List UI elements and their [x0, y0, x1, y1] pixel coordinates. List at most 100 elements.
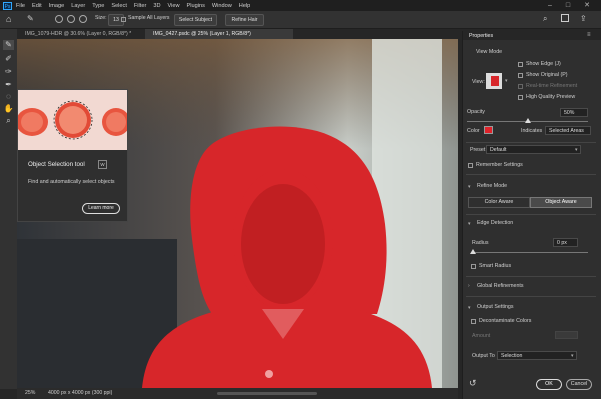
preset-dropdown-arrow-icon: ▾	[575, 147, 578, 153]
add-to-selection-icon[interactable]	[67, 15, 75, 23]
view-label: View:	[472, 79, 485, 85]
indicates-label: Indicates	[521, 128, 543, 134]
decontaminate-colors-checkbox[interactable]	[471, 319, 476, 324]
menu-window[interactable]: Window	[212, 3, 232, 9]
select-subject-button[interactable]: Select Subject	[174, 14, 217, 26]
minimize-icon[interactable]: –	[543, 0, 557, 11]
output-settings-chevron-icon[interactable]: ▾	[468, 305, 471, 311]
refine-edge-brush-icon[interactable]: ✑	[3, 67, 14, 77]
brush-tool-icon[interactable]: ✒	[3, 80, 14, 90]
preset-dropdown[interactable]: Default	[486, 145, 581, 154]
tooltip-title: Object Selection tool	[28, 161, 85, 168]
decontaminate-colors-label: Decontaminate Colors	[479, 318, 532, 324]
menu-filter[interactable]: Filter	[134, 3, 146, 9]
realtime-refinement-label: Real-time Refinement	[526, 83, 578, 89]
zoom-level[interactable]: 25%	[25, 390, 35, 396]
refine-hair-button[interactable]: Refine Hair	[225, 14, 264, 26]
quick-selection-tool-icon[interactable]: ✐	[3, 54, 14, 64]
tab-img-1079[interactable]: IMG_1079-HDR @ 30.6% (Layer 0, RGB/8*) *	[17, 29, 153, 39]
edge-detection-chevron-icon[interactable]: ▾	[468, 221, 471, 227]
menu-plugins[interactable]: Plugins	[187, 3, 205, 9]
opacity-slider-thumb[interactable]	[524, 118, 531, 123]
view-mode-label: View Mode	[476, 49, 503, 55]
refine-mode-label: Refine Mode	[477, 183, 508, 189]
refine-mode-chevron-icon[interactable]: ▾	[468, 184, 471, 190]
indicates-dropdown[interactable]: Selected Areas	[545, 126, 591, 135]
brush-tool-preset-icon[interactable]: ✎	[27, 14, 34, 23]
divider	[466, 142, 596, 143]
global-refinements-chevron-icon[interactable]: ›	[468, 283, 470, 289]
overlay-color-swatch[interactable]	[484, 126, 493, 134]
realtime-refinement-checkbox	[518, 84, 523, 89]
photoshop-logo: Ps	[3, 1, 12, 10]
radius-slider-track[interactable]	[472, 252, 588, 253]
share-icon[interactable]: ⇪	[580, 14, 587, 23]
horizontal-scrollbar[interactable]	[217, 392, 317, 395]
menu-3d[interactable]: 3D	[153, 3, 160, 9]
amount-label: Amount	[472, 333, 491, 339]
opacity-label: Opacity	[467, 109, 485, 115]
reset-icon[interactable]: ↺	[469, 378, 477, 389]
tab-img-0427[interactable]: IMG_0427.psdc @ 25% (Layer 1, RGB/8*)	[145, 29, 293, 39]
menu-layer[interactable]: Layer	[71, 3, 85, 9]
document-size: 4000 px x 4000 px (300 ppi)	[48, 390, 113, 396]
tools-panel: ✎ ✐ ✑ ✒ ◌ ✋ ⌕	[0, 29, 17, 389]
divider	[466, 296, 596, 297]
global-refinements-label: Global Refinements	[477, 283, 524, 289]
opacity-field[interactable]: 50%	[560, 108, 588, 117]
color-aware-button[interactable]: Color Aware	[468, 197, 530, 208]
smart-radius-checkbox[interactable]	[471, 264, 476, 269]
subtract-selection-icon[interactable]	[79, 15, 87, 23]
size-label: Size:	[95, 15, 107, 21]
tooltip-preview-image	[18, 90, 127, 150]
show-edge-checkbox[interactable]	[518, 62, 523, 67]
cancel-button[interactable]: Cancel	[566, 379, 592, 390]
object-aware-button[interactable]: Object Aware	[530, 197, 592, 208]
new-selection-icon[interactable]	[55, 15, 63, 23]
menu-bar: Ps File Edit Image Layer Type Select Fil…	[0, 0, 601, 11]
show-original-checkbox[interactable]	[518, 73, 523, 78]
view-thumbnail[interactable]	[486, 73, 502, 89]
home-icon[interactable]: ⌂	[6, 14, 11, 24]
menu-image[interactable]: Image	[49, 3, 65, 9]
divider	[466, 214, 596, 215]
high-quality-preview-checkbox[interactable]	[518, 95, 523, 100]
menu-view[interactable]: View	[167, 3, 179, 9]
ok-button[interactable]: OK	[536, 379, 562, 390]
panel-menu-icon[interactable]: ≡	[587, 32, 591, 38]
learn-more-button[interactable]: Learn more	[82, 203, 120, 214]
hand-tool-icon[interactable]: ✋	[3, 104, 14, 114]
view-dropdown-arrow-icon[interactable]: ▾	[505, 78, 508, 84]
menu-select[interactable]: Select	[111, 3, 127, 9]
lasso-tool-icon[interactable]: ◌	[3, 92, 14, 102]
output-to-dropdown[interactable]: Selection	[497, 351, 577, 360]
show-original-label: Show Original (P)	[526, 72, 568, 78]
high-quality-preview-label: High Quality Preview	[526, 94, 576, 100]
edge-detection-label: Edge Detection	[477, 220, 514, 226]
maximize-icon[interactable]: □	[561, 0, 575, 11]
menu-type[interactable]: Type	[92, 3, 104, 9]
document-tabs: IMG_1079-HDR @ 30.6% (Layer 0, RGB/8*) *…	[17, 29, 458, 39]
search-icon[interactable]: ⌕	[543, 14, 547, 24]
menu-edit[interactable]: Edit	[32, 3, 42, 9]
tool-tooltip-card: Object Selection tool W Find and automat…	[17, 89, 128, 222]
radius-field[interactable]: 0 px	[553, 238, 578, 247]
remember-settings-label: Remember Settings	[476, 162, 523, 168]
close-window-icon[interactable]: ✕	[580, 0, 594, 11]
radius-label: Radius	[472, 240, 489, 246]
sample-all-layers-checkbox[interactable]	[121, 17, 126, 22]
zoom-tool-icon[interactable]: ⌕	[3, 116, 14, 126]
output-settings-label: Output Settings	[477, 304, 514, 310]
shortcut-badge: W	[98, 160, 107, 169]
menu-file[interactable]: File	[16, 3, 25, 9]
tooltip-description: Find and automatically select objects	[28, 179, 115, 185]
remember-settings-checkbox[interactable]	[468, 163, 473, 168]
menu-help[interactable]: Help	[239, 3, 251, 9]
amount-field	[555, 331, 578, 339]
status-bar: 25% 4000 px x 4000 px (300 ppi)	[17, 388, 458, 399]
preset-label: Preset	[470, 147, 486, 153]
radius-slider-thumb[interactable]	[470, 249, 476, 254]
workspace-icon[interactable]	[561, 14, 569, 22]
document-canvas[interactable]: Object Selection tool W Find and automat…	[17, 39, 458, 388]
object-selection-tool-icon[interactable]: ✎	[3, 40, 14, 50]
